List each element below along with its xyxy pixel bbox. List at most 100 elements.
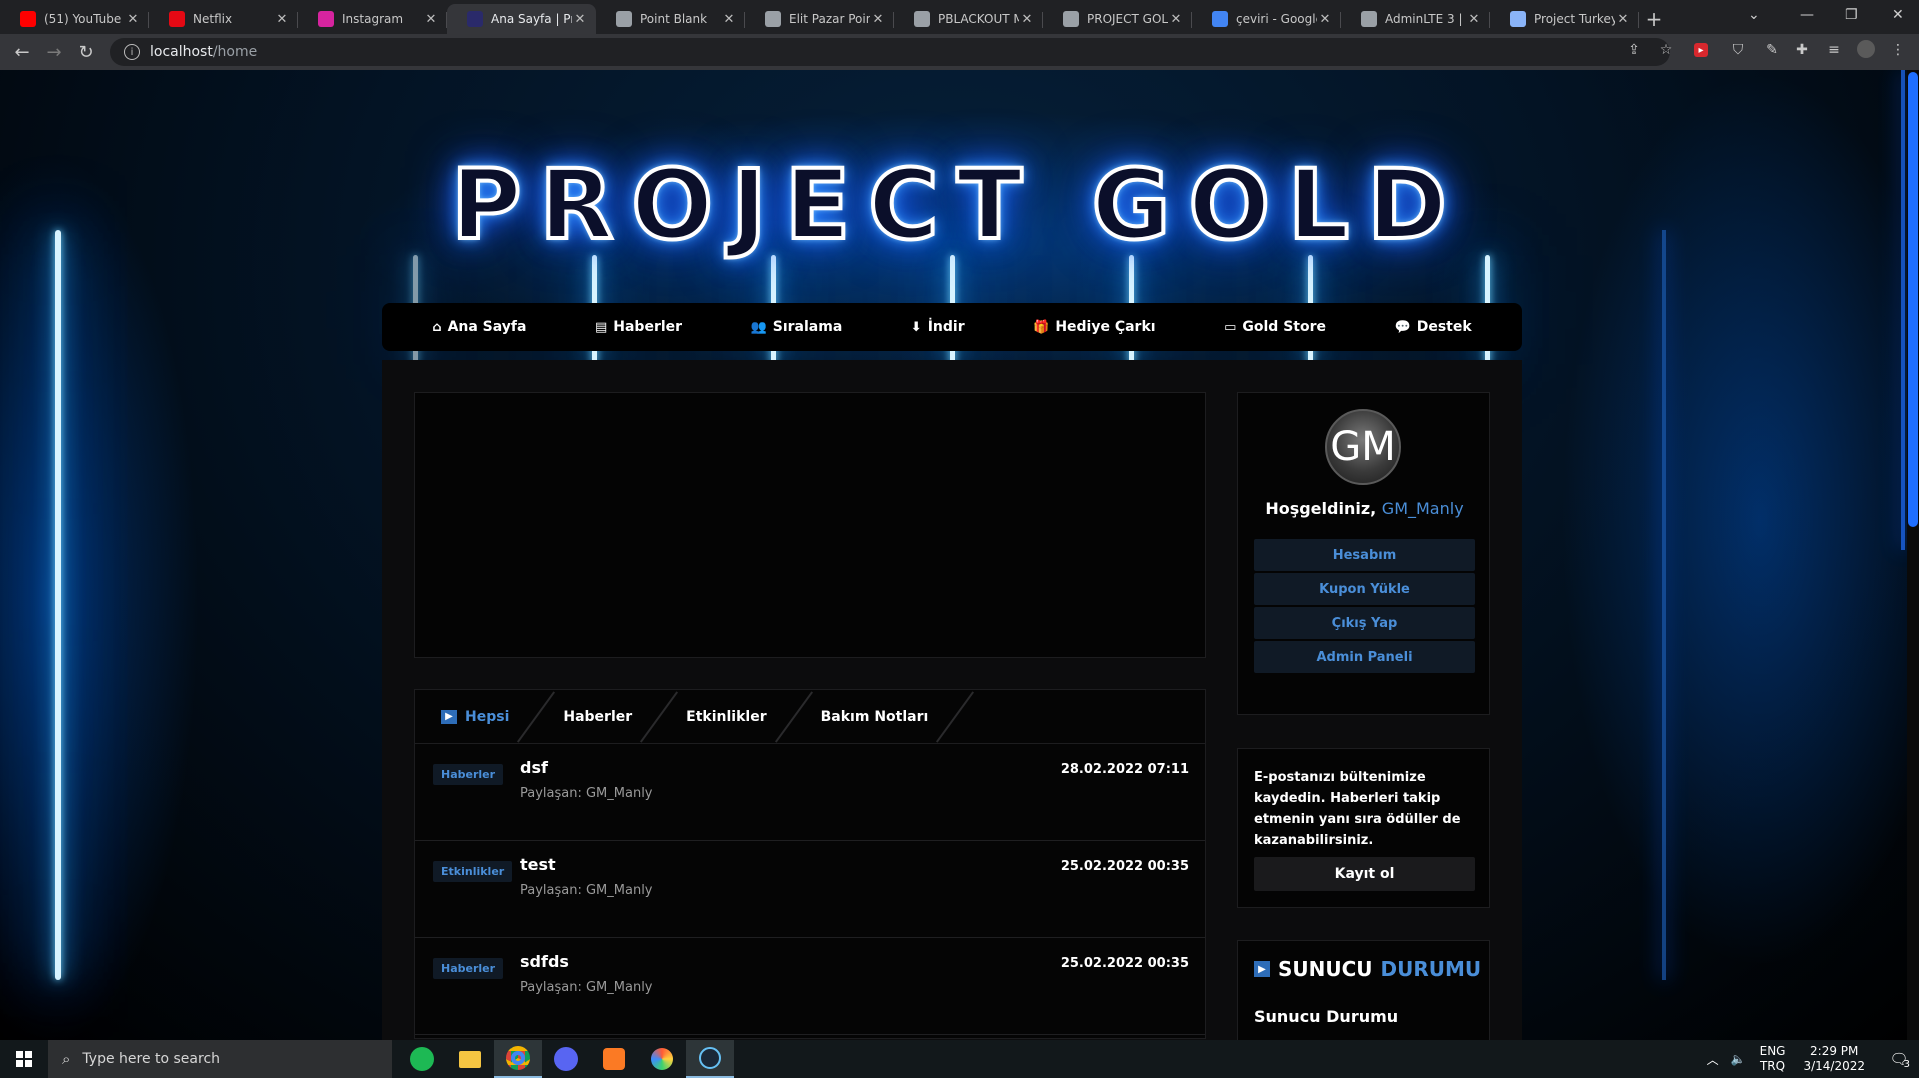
logout-button[interactable]: Çıkış Yap	[1254, 607, 1475, 639]
browser-tab[interactable]: PBLACKOUT Ma✕	[894, 4, 1043, 34]
notification-count: 3	[1903, 1059, 1910, 1070]
newsletter-signup-button[interactable]: Kayıt ol	[1254, 857, 1475, 891]
media-control-icon[interactable]: ≡	[1824, 40, 1844, 60]
nav-item-6[interactable]: ▭ Gold Store	[1224, 319, 1326, 335]
news-tab-3[interactable]: Etkinlikler	[660, 690, 792, 744]
news-title[interactable]: sdfds	[520, 952, 569, 971]
tab-title: Instagram	[342, 12, 404, 26]
news-tab-1[interactable]: ▶ Hepsi	[415, 690, 535, 744]
globe-icon	[1063, 11, 1079, 27]
nav-item-4[interactable]: ⬇ İndir	[911, 319, 965, 335]
news-item[interactable]: Haberler sdfds Paylaşan: GM_Manly 25.02.202…	[415, 938, 1205, 1035]
profile-avatar-icon[interactable]	[1857, 40, 1875, 58]
close-tab-icon[interactable]: ✕	[1466, 12, 1482, 27]
browser-menu-icon[interactable]: ⋮	[1888, 40, 1908, 60]
xampp-icon[interactable]	[590, 1040, 638, 1078]
chrome-icon[interactable]	[494, 1040, 542, 1078]
bookmark-star-icon[interactable]: ☆	[1656, 40, 1676, 60]
nav-item-7[interactable]: 💬 Destek	[1395, 319, 1472, 335]
news-title[interactable]: dsf	[520, 758, 548, 777]
taskbar-search-box[interactable]: ⌕ Type here to search	[48, 1040, 392, 1078]
site-info-icon[interactable]: i	[124, 44, 140, 60]
close-tab-icon[interactable]: ✕	[572, 12, 588, 27]
discord-icon[interactable]	[542, 1040, 590, 1078]
close-tab-icon[interactable]: ✕	[870, 12, 886, 27]
browser-tab[interactable]: PROJECT GOLD✕	[1043, 4, 1192, 34]
news-title[interactable]: test	[520, 855, 556, 874]
username-link[interactable]: GM_Manly	[1382, 499, 1464, 518]
nav-item-1[interactable]: ⌂ Ana Sayfa	[432, 319, 526, 335]
language-indicator[interactable]: ENG TRQ	[1760, 1044, 1786, 1074]
close-tab-icon[interactable]: ✕	[1019, 12, 1035, 27]
browser-tab[interactable]: Elit Pazar Point B✕	[745, 4, 894, 34]
taskbar-search-placeholder: Type here to search	[82, 1051, 221, 1067]
nav-item-3[interactable]: 👥 Sıralama	[751, 319, 843, 335]
file-explorer-icon[interactable]	[446, 1040, 494, 1078]
tab-search-icon[interactable]: ⌄	[1748, 0, 1760, 30]
share-icon[interactable]: ⇪	[1624, 40, 1644, 60]
welcome-label: Hoşgeldiniz,	[1265, 499, 1377, 518]
extensions-puzzle-icon[interactable]: ✚	[1792, 40, 1812, 60]
extension-shield-icon[interactable]: ⛉	[1728, 40, 1748, 60]
forward-button[interactable]: →	[38, 36, 70, 68]
extension-pen-icon[interactable]: ✎	[1762, 40, 1782, 60]
coupon-button[interactable]: Kupon Yükle	[1254, 573, 1475, 605]
paint-app-icon[interactable]	[638, 1040, 686, 1078]
category-badge[interactable]: Haberler	[433, 958, 504, 979]
close-tab-icon[interactable]: ✕	[1317, 12, 1333, 27]
start-button[interactable]	[0, 1040, 48, 1078]
close-tab-icon[interactable]: ✕	[274, 12, 290, 27]
globe-icon	[914, 11, 930, 27]
close-tab-icon[interactable]: ✕	[423, 12, 439, 27]
news-tab-label: Haberler	[563, 708, 633, 725]
browser-tab[interactable]: çeviri - Google'd✕	[1192, 4, 1341, 34]
news-item[interactable]: Haberler dsf Paylaşan: GM_Manly 28.02.2022 …	[415, 744, 1205, 841]
minimize-button[interactable]: —	[1800, 0, 1814, 30]
site-logo[interactable]: PROJECT GOLD	[408, 140, 1508, 270]
browser-tab[interactable]: Netflix ✕	[149, 4, 298, 34]
admin-panel-button[interactable]: Admin Paneli	[1254, 641, 1475, 673]
browser-tab[interactable]: Ana Sayfa | Proj✕	[447, 4, 596, 34]
news-item[interactable]: Etkinlikler test Paylaşan: GM_Manly 25.02.2…	[415, 841, 1205, 938]
category-badge[interactable]: Haberler	[433, 764, 504, 785]
account-button[interactable]: Hesabım	[1254, 539, 1475, 571]
instagram-icon	[318, 11, 334, 27]
avatar[interactable]: GM	[1325, 409, 1401, 485]
close-tab-icon[interactable]: ✕	[721, 12, 737, 27]
banner-slider[interactable]	[414, 392, 1206, 658]
browser-tab[interactable]: AdminLTE 3 | Co✕	[1341, 4, 1490, 34]
scrollbar-thumb[interactable]	[1908, 72, 1918, 527]
news-tab-4[interactable]: Bakım Notları	[795, 690, 955, 744]
extension-red-icon[interactable]: ▸	[1694, 43, 1708, 57]
nav-item-5[interactable]: 🎁 Hediye Çarkı	[1033, 319, 1155, 335]
nav-item-2[interactable]: ▤ Haberler	[595, 319, 682, 335]
nav-label: Haberler	[613, 319, 683, 335]
close-tab-icon[interactable]: ✕	[1615, 12, 1631, 27]
close-window-button[interactable]: ✕	[1892, 0, 1904, 30]
browser-tab[interactable]: Point Blank ✕	[596, 4, 745, 34]
main-navigation: ⌂ Ana Sayfa ▤ Haberler 👥 Sıralama ⬇ İndir 🎁 Hediy…	[382, 303, 1522, 351]
browser-tab[interactable]: Project Turkey |✕	[1490, 4, 1639, 34]
reload-button[interactable]: ↻	[70, 36, 102, 68]
news-tabs: ▶ Hepsi Haberler Etkinlikler Bakım Notları	[415, 690, 1205, 744]
address-bar[interactable]: i localhost/home	[110, 38, 1670, 66]
close-tab-icon[interactable]: ✕	[125, 12, 141, 27]
tab-title: Project Turkey |	[1534, 12, 1615, 26]
close-tab-icon[interactable]: ✕	[1168, 12, 1184, 27]
news-tab-2[interactable]: Haberler	[537, 690, 658, 744]
tray-expand-icon[interactable]: ︿	[1707, 1051, 1719, 1068]
volume-icon[interactable]: 🔈	[1731, 1052, 1746, 1066]
back-button[interactable]: ←	[6, 36, 38, 68]
tab-title: Elit Pazar Point B	[789, 12, 870, 26]
restore-button[interactable]: ❐	[1845, 0, 1858, 30]
home-icon: ⌂	[432, 319, 442, 335]
browser-tab[interactable]: Instagram ✕	[298, 4, 447, 34]
new-tab-button[interactable]: +	[1639, 4, 1669, 34]
notification-center-button[interactable]: 🗨 3	[1879, 1040, 1919, 1078]
browser-tab[interactable]: (51) YouTube ✕	[0, 4, 149, 34]
steam-icon[interactable]	[686, 1040, 734, 1078]
google-icon	[1212, 11, 1228, 27]
spotify-icon[interactable]	[398, 1040, 446, 1078]
clock[interactable]: 2:29 PM 3/14/2022	[1803, 1044, 1865, 1074]
category-badge[interactable]: Etkinlikler	[433, 861, 513, 882]
